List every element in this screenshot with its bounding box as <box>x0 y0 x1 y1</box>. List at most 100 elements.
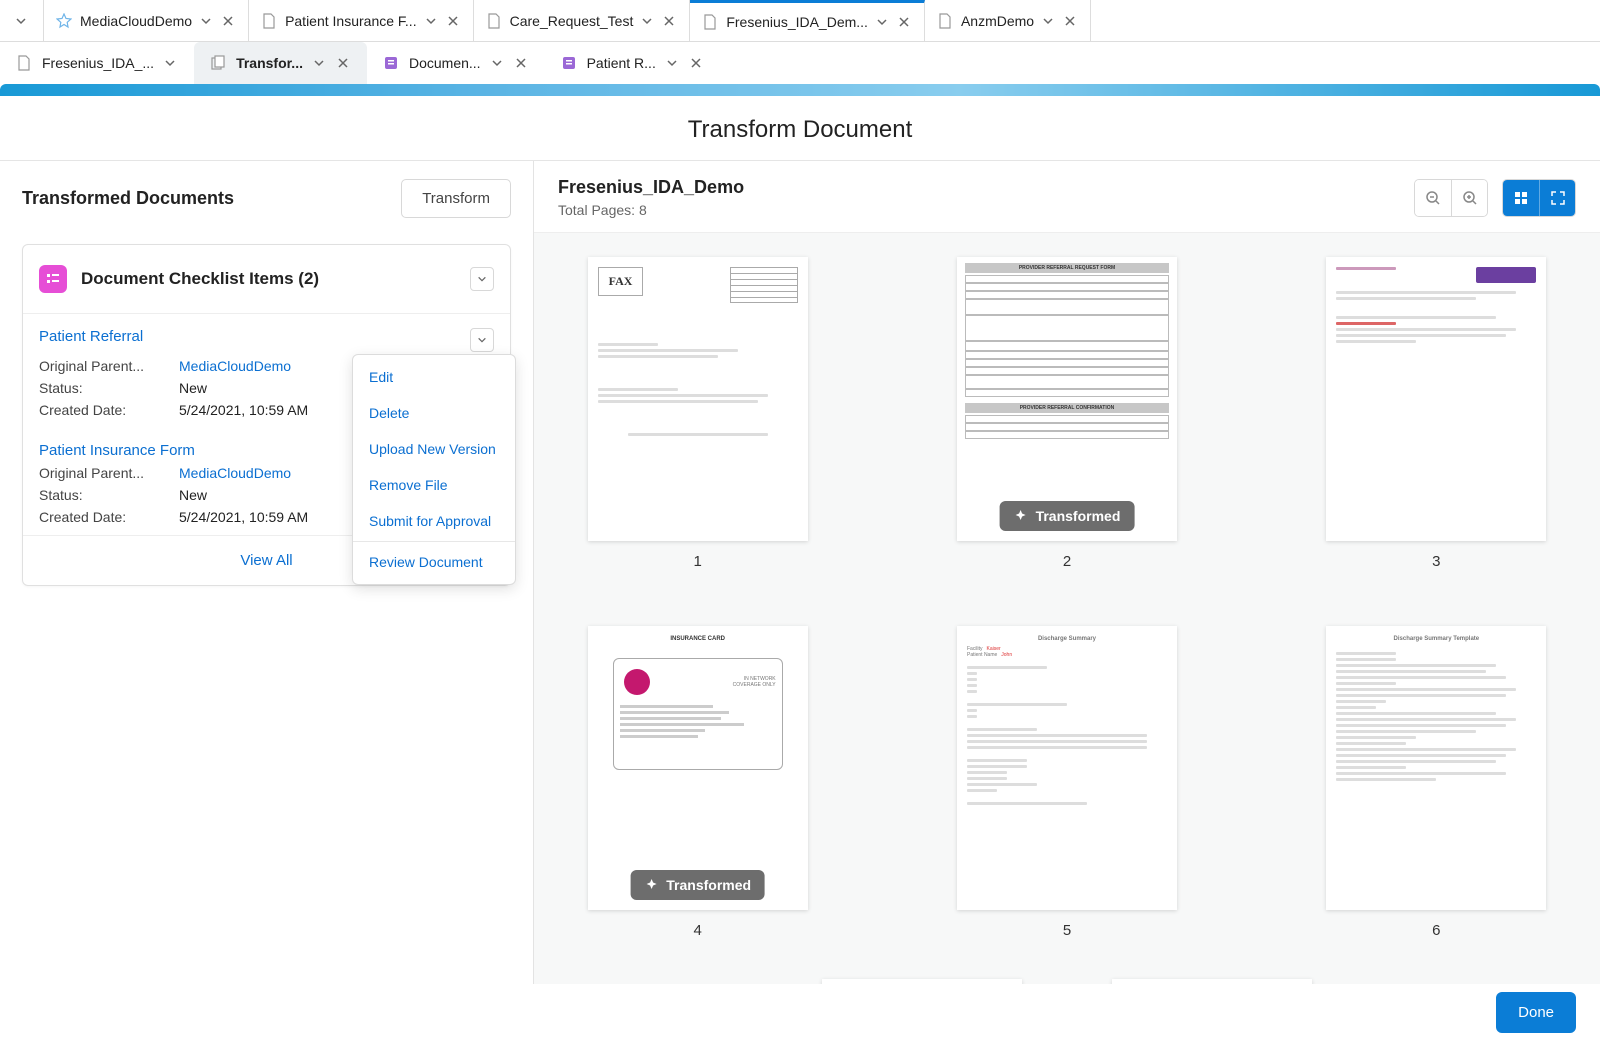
page-number: 1 <box>588 553 808 570</box>
chevron-down-icon[interactable] <box>425 15 439 27</box>
chevron-down-icon <box>15 15 29 27</box>
checklist-title: Document Checklist Items (2) <box>81 269 319 289</box>
top-tab-patient-insurance[interactable]: Patient Insurance F... <box>249 0 474 41</box>
tab-label: Fresenius_IDA_... <box>42 55 154 71</box>
sparkle-icon <box>644 878 658 892</box>
chevron-down-icon[interactable] <box>491 57 505 69</box>
expand-view-button[interactable] <box>1539 180 1575 216</box>
checklist-item-link[interactable]: Patient Insurance Form <box>39 442 195 459</box>
chevron-down-icon[interactable] <box>313 57 327 69</box>
record-icon <box>383 55 399 71</box>
transformed-badge: Transformed <box>630 870 765 900</box>
menu-submit-for-approval[interactable]: Submit for Approval <box>353 503 515 539</box>
total-pages-label: Total Pages: 8 <box>558 202 744 218</box>
done-button[interactable]: Done <box>1496 992 1576 1033</box>
sub-tab-transform[interactable]: Transfor... <box>194 42 367 84</box>
close-icon[interactable] <box>898 16 912 28</box>
sub-tab-document[interactable]: Documen... <box>367 42 545 84</box>
checklist-icon <box>39 265 67 293</box>
transformed-badge: Transformed <box>1000 501 1135 531</box>
close-icon[interactable] <box>515 57 529 69</box>
page-number: 6 <box>1326 922 1546 939</box>
top-tab-mediaclouddemo[interactable]: MediaCloudDemo <box>44 0 249 41</box>
page-number: 4 <box>588 922 808 939</box>
app-menu-button[interactable] <box>0 0 44 41</box>
page-thumbnail-8[interactable] <box>1112 979 1312 984</box>
sub-tab-patient-r[interactable]: Patient R... <box>545 42 720 84</box>
zoom-in-button[interactable] <box>1451 180 1487 216</box>
checklist-collapse-button[interactable] <box>470 267 494 291</box>
close-icon[interactable] <box>222 15 236 27</box>
page-thumbnail-1[interactable]: FAX <box>588 257 808 541</box>
field-label: Created Date: <box>39 509 179 525</box>
chevron-down-icon[interactable] <box>164 57 178 69</box>
page-thumbnail-3[interactable] <box>1326 257 1546 541</box>
page-thumbnail-7[interactable] <box>822 979 1022 984</box>
zoom-out-button[interactable] <box>1415 180 1451 216</box>
item-action-menu: Edit Delete Upload New Version Remove Fi… <box>352 354 516 585</box>
tab-label: MediaCloudDemo <box>80 13 192 29</box>
parent-link[interactable]: MediaCloudDemo <box>179 358 291 374</box>
content-area: Transformed Documents Transform Document… <box>0 161 1600 984</box>
record-icon <box>561 55 577 71</box>
page-title: Transform Document <box>0 96 1600 161</box>
chevron-down-icon[interactable] <box>876 16 890 28</box>
page-thumbnail-6[interactable]: Discharge Summary Template <box>1326 626 1546 910</box>
close-icon[interactable] <box>1064 15 1078 27</box>
tab-label: Fresenius_IDA_Dem... <box>726 14 868 30</box>
page-thumbnail-2[interactable]: PROVIDER REFERRAL REQUEST FORM PROVIDER … <box>957 257 1177 541</box>
view-tool-group <box>1502 179 1576 217</box>
top-tab-fresenius[interactable]: Fresenius_IDA_Dem... <box>690 0 925 41</box>
top-tab-care-request[interactable]: Care_Request_Test <box>474 0 691 41</box>
status-value: New <box>179 380 207 396</box>
checklist-item-menu-button[interactable] <box>470 328 494 352</box>
checklist-card: Document Checklist Items (2) Patient Ref… <box>22 244 511 586</box>
checklist-item-link[interactable]: Patient Referral <box>39 328 143 345</box>
menu-edit[interactable]: Edit <box>353 359 515 395</box>
document-icon <box>16 55 32 71</box>
close-icon[interactable] <box>690 57 704 69</box>
field-label: Status: <box>39 487 179 503</box>
right-panel: Fresenius_IDA_Demo Total Pages: 8 <box>534 161 1600 984</box>
menu-remove-file[interactable]: Remove File <box>353 467 515 503</box>
page-number: 5 <box>957 922 1177 939</box>
close-icon[interactable] <box>337 57 351 69</box>
star-icon <box>56 13 72 29</box>
transform-button[interactable]: Transform <box>401 179 511 218</box>
chevron-down-icon[interactable] <box>1042 15 1056 27</box>
tab-label: Patient Insurance F... <box>285 13 417 29</box>
transformed-documents-title: Transformed Documents <box>22 188 234 209</box>
close-icon[interactable] <box>447 15 461 27</box>
left-panel: Transformed Documents Transform Document… <box>0 161 534 984</box>
menu-delete[interactable]: Delete <box>353 395 515 431</box>
close-icon[interactable] <box>663 15 677 27</box>
sub-tab-fresenius[interactable]: Fresenius_IDA_... <box>0 42 194 84</box>
field-label: Original Parent... <box>39 465 179 481</box>
parent-link[interactable]: MediaCloudDemo <box>179 465 291 481</box>
chevron-down-icon[interactable] <box>666 57 680 69</box>
field-label: Status: <box>39 380 179 396</box>
tab-label: Transfor... <box>236 55 303 71</box>
top-tab-anzmdemo[interactable]: AnzmDemo <box>925 0 1091 41</box>
page-number: 3 <box>1326 553 1546 570</box>
menu-upload-new-version[interactable]: Upload New Version <box>353 431 515 467</box>
grid-view-button[interactable] <box>1503 180 1539 216</box>
page-thumbnail-4[interactable]: INSURANCE CARD IN NETWORKCOVERAGE ONLY <box>588 626 808 910</box>
checklist-item: Patient Referral Edit Delete Upload New … <box>23 314 510 428</box>
page-number: 2 <box>957 553 1177 570</box>
status-value: New <box>179 487 207 503</box>
date-value: 5/24/2021, 10:59 AM <box>179 509 308 525</box>
tab-label: Patient R... <box>587 55 656 71</box>
chevron-down-icon[interactable] <box>200 15 214 27</box>
field-label: Original Parent... <box>39 358 179 374</box>
tab-label: Documen... <box>409 55 481 71</box>
footer: Done <box>0 989 1600 1045</box>
chevron-down-icon[interactable] <box>641 15 655 27</box>
sub-tab-bar: Fresenius_IDA_... Transfor... Documen...… <box>0 42 1600 84</box>
header-gradient <box>0 84 1600 96</box>
thumbnail-area: FAX <box>534 232 1600 984</box>
documents-icon <box>210 55 226 71</box>
tab-label: AnzmDemo <box>961 13 1034 29</box>
menu-review-document[interactable]: Review Document <box>353 544 515 580</box>
page-thumbnail-5[interactable]: Discharge Summary FacilityKaiser Patient… <box>957 626 1177 910</box>
